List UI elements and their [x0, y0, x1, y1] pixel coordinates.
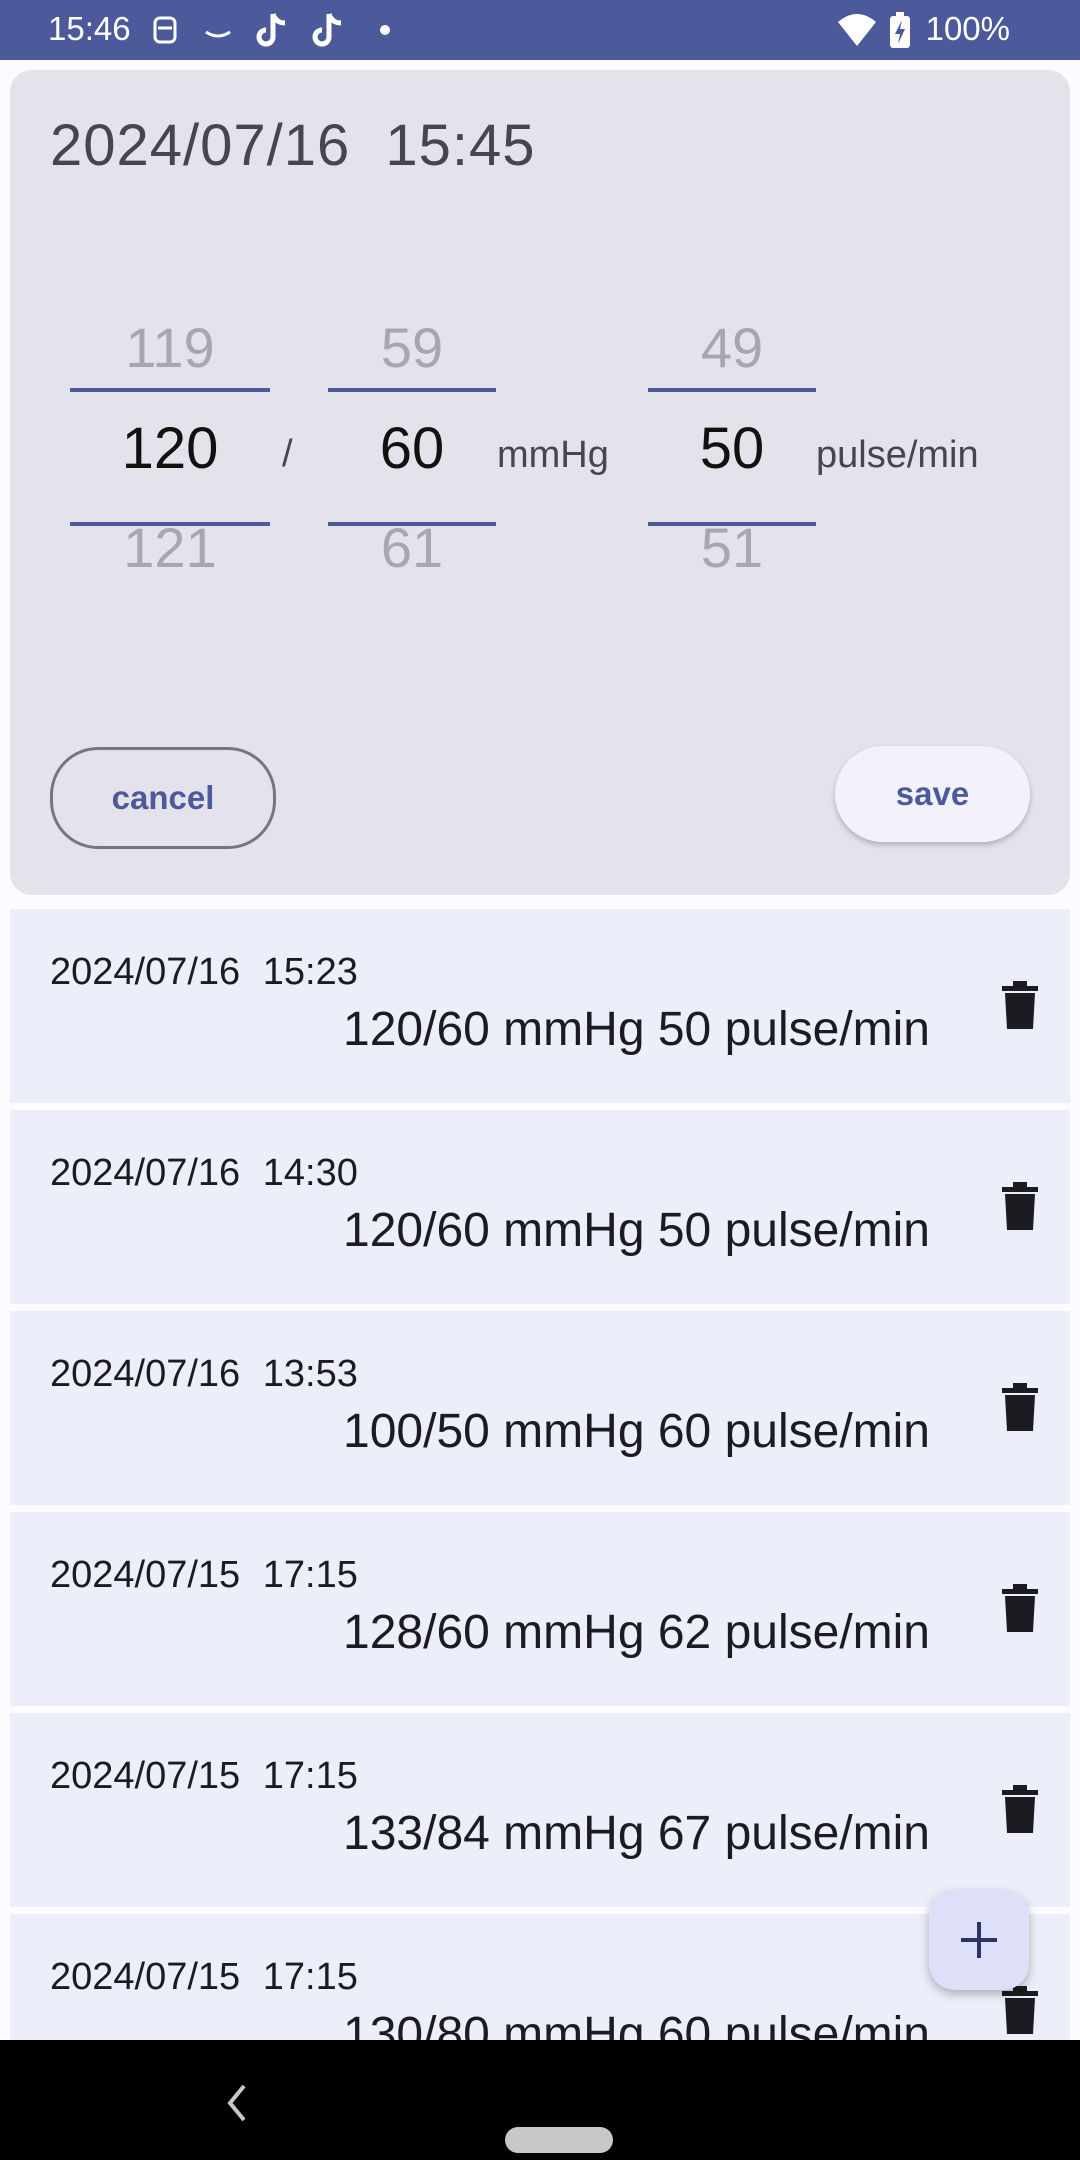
pulse-next-value[interactable]: 51 — [648, 515, 816, 580]
trash-icon[interactable] — [1000, 1986, 1040, 2036]
list-item[interactable]: 2024/07/15 17:15 133/84 mmHg 67 pulse/mi… — [10, 1713, 1070, 1907]
pressure-unit: mmHg — [497, 434, 609, 476]
trash-icon[interactable] — [1000, 1785, 1040, 1835]
tiktok-icon — [312, 13, 342, 47]
systolic-value[interactable]: 120 — [70, 415, 270, 482]
navigation-bar — [0, 2040, 1080, 2160]
trash-icon[interactable] — [1000, 1182, 1040, 1232]
diastolic-picker[interactable]: 59 60 61 — [328, 315, 496, 675]
trash-icon[interactable] — [1000, 981, 1040, 1031]
record-datetime: 2024/07/15 17:15 — [50, 1554, 358, 1596]
plus-icon — [961, 1922, 997, 1958]
record-datetime: 2024/07/15 17:15 — [50, 1755, 358, 1797]
pulse-prev-value[interactable]: 49 — [648, 315, 816, 380]
pulse-value[interactable]: 50 — [648, 415, 816, 482]
entry-editor: 2024/07/16 15:45 119 120 121 / 59 60 61 … — [10, 70, 1070, 895]
pressure-separator: / — [282, 433, 293, 475]
notification-icon — [153, 16, 177, 44]
battery-level: 100% — [925, 10, 1010, 47]
pulse-unit: pulse/min — [816, 434, 979, 476]
systolic-prev-value[interactable]: 119 — [70, 315, 270, 380]
home-handle[interactable] — [505, 2127, 613, 2153]
diastolic-value[interactable]: 60 — [328, 415, 496, 482]
systolic-picker[interactable]: 119 120 121 — [70, 315, 270, 675]
record-reading: 133/84 mmHg 67 pulse/min — [343, 1807, 930, 1860]
status-bar: 15:46 100% — [0, 0, 1080, 60]
picker-divider — [328, 388, 496, 392]
picker-divider — [70, 388, 270, 392]
status-time: 15:46 — [48, 10, 131, 47]
record-reading: 130/80 mmHg 60 pulse/min — [343, 2008, 930, 2040]
record-reading: 100/50 mmHg 60 pulse/min — [343, 1405, 930, 1458]
record-reading: 120/60 mmHg 50 pulse/min — [343, 1204, 930, 1257]
notification-icon — [205, 30, 231, 38]
record-datetime: 2024/07/16 14:30 — [50, 1152, 358, 1194]
trash-icon[interactable] — [1000, 1383, 1040, 1433]
trash-icon[interactable] — [1000, 1584, 1040, 1634]
entry-datetime[interactable]: 2024/07/16 15:45 — [50, 112, 536, 179]
diastolic-next-value[interactable]: 61 — [328, 515, 496, 580]
pulse-picker[interactable]: 49 50 51 — [648, 315, 816, 675]
picker-divider — [648, 388, 816, 392]
tiktok-icon — [256, 13, 286, 47]
list-item[interactable]: 2024/07/16 15:23 120/60 mmHg 50 pulse/mi… — [10, 909, 1070, 1103]
diastolic-prev-value[interactable]: 59 — [328, 315, 496, 380]
add-record-button[interactable] — [929, 1890, 1029, 1990]
list-item[interactable]: 2024/07/15 17:15 130/80 mmHg 60 pulse/mi… — [10, 1914, 1070, 2040]
record-reading: 128/60 mmHg 62 pulse/min — [343, 1606, 930, 1659]
record-datetime: 2024/07/15 17:15 — [50, 1956, 358, 1998]
wifi-icon — [838, 14, 876, 46]
list-item[interactable]: 2024/07/15 17:15 128/60 mmHg 62 pulse/mi… — [10, 1512, 1070, 1706]
record-datetime: 2024/07/16 13:53 — [50, 1353, 358, 1395]
record-reading: 120/60 mmHg 50 pulse/min — [343, 1003, 930, 1056]
dot-icon — [380, 25, 390, 35]
back-icon[interactable] — [222, 2078, 252, 2128]
save-button[interactable]: save — [835, 746, 1030, 842]
list-item[interactable]: 2024/07/16 13:53 100/50 mmHg 60 pulse/mi… — [10, 1311, 1070, 1505]
record-datetime: 2024/07/16 15:23 — [50, 951, 358, 993]
list-item[interactable]: 2024/07/16 14:30 120/60 mmHg 50 pulse/mi… — [10, 1110, 1070, 1304]
systolic-next-value[interactable]: 121 — [70, 515, 270, 580]
cancel-button[interactable]: cancel — [50, 747, 276, 849]
battery-charging-icon — [890, 12, 910, 48]
